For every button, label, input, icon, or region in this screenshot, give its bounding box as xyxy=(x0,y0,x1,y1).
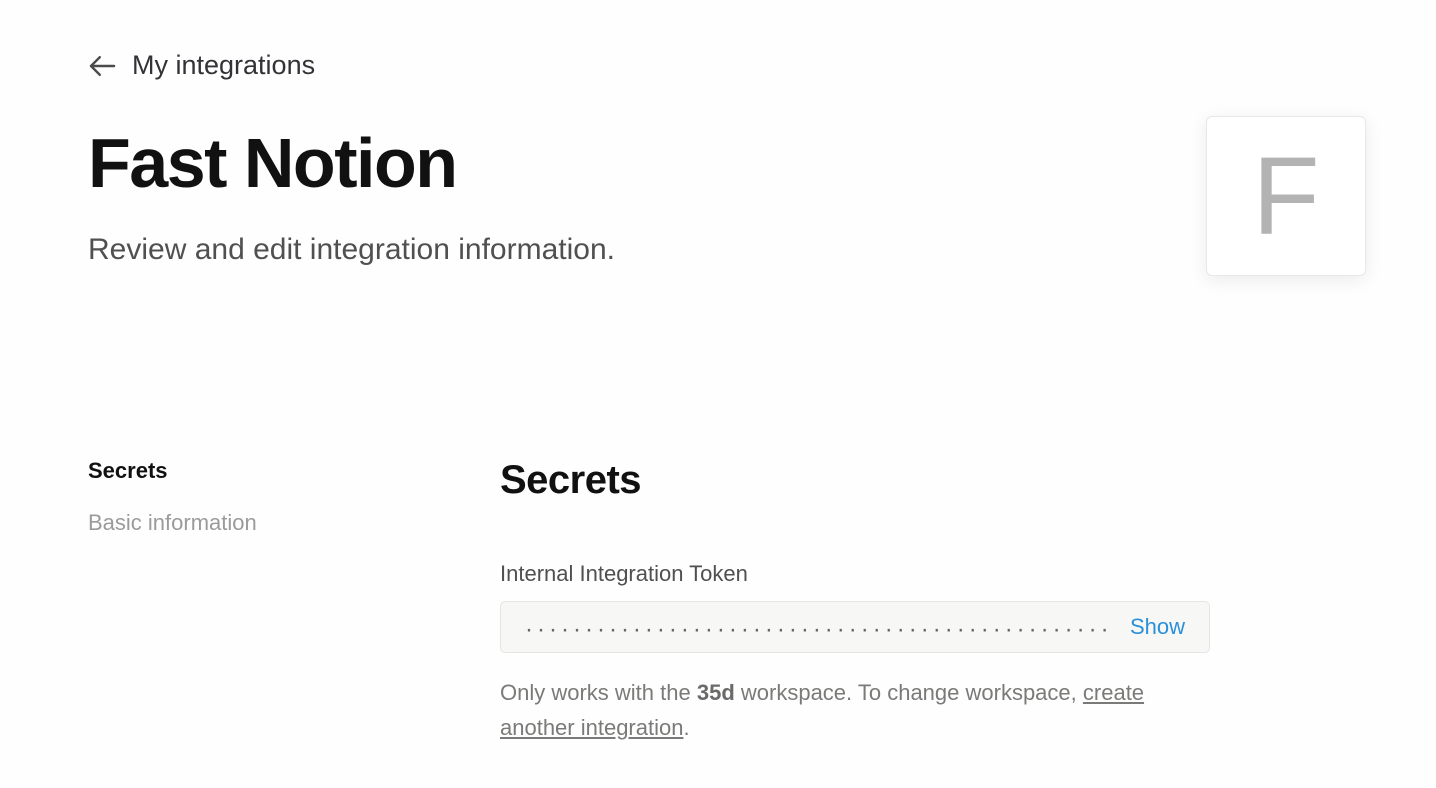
token-helper-text: Only works with the 35d workspace. To ch… xyxy=(500,675,1210,745)
workspace-name: 35d xyxy=(697,680,735,705)
section-heading: Secrets xyxy=(500,458,1210,503)
breadcrumb-back[interactable]: My integrations xyxy=(88,50,1206,81)
sidebar-item-label: Secrets xyxy=(88,458,168,483)
page-subtitle: Review and edit integration information. xyxy=(88,233,1206,267)
sidebar-item-secrets[interactable]: Secrets xyxy=(88,458,500,484)
token-field: ········································… xyxy=(500,601,1210,653)
settings-sidebar: Secrets Basic information xyxy=(88,458,500,745)
sidebar-item-label: Basic information xyxy=(88,510,257,535)
integration-logo: F xyxy=(1206,116,1366,276)
page-title: Fast Notion xyxy=(88,123,1206,203)
show-token-button[interactable]: Show xyxy=(1130,614,1185,640)
breadcrumb-label: My integrations xyxy=(132,50,315,81)
helper-prefix: Only works with the xyxy=(500,680,697,705)
token-field-label: Internal Integration Token xyxy=(500,561,1210,587)
logo-letter: F xyxy=(1252,133,1319,260)
sidebar-item-basic-information[interactable]: Basic information xyxy=(88,510,500,536)
arrow-left-icon xyxy=(88,52,116,80)
helper-suffix: . xyxy=(683,715,689,740)
helper-middle: workspace. To change workspace, xyxy=(735,680,1083,705)
token-masked-value: ········································… xyxy=(525,612,1110,642)
